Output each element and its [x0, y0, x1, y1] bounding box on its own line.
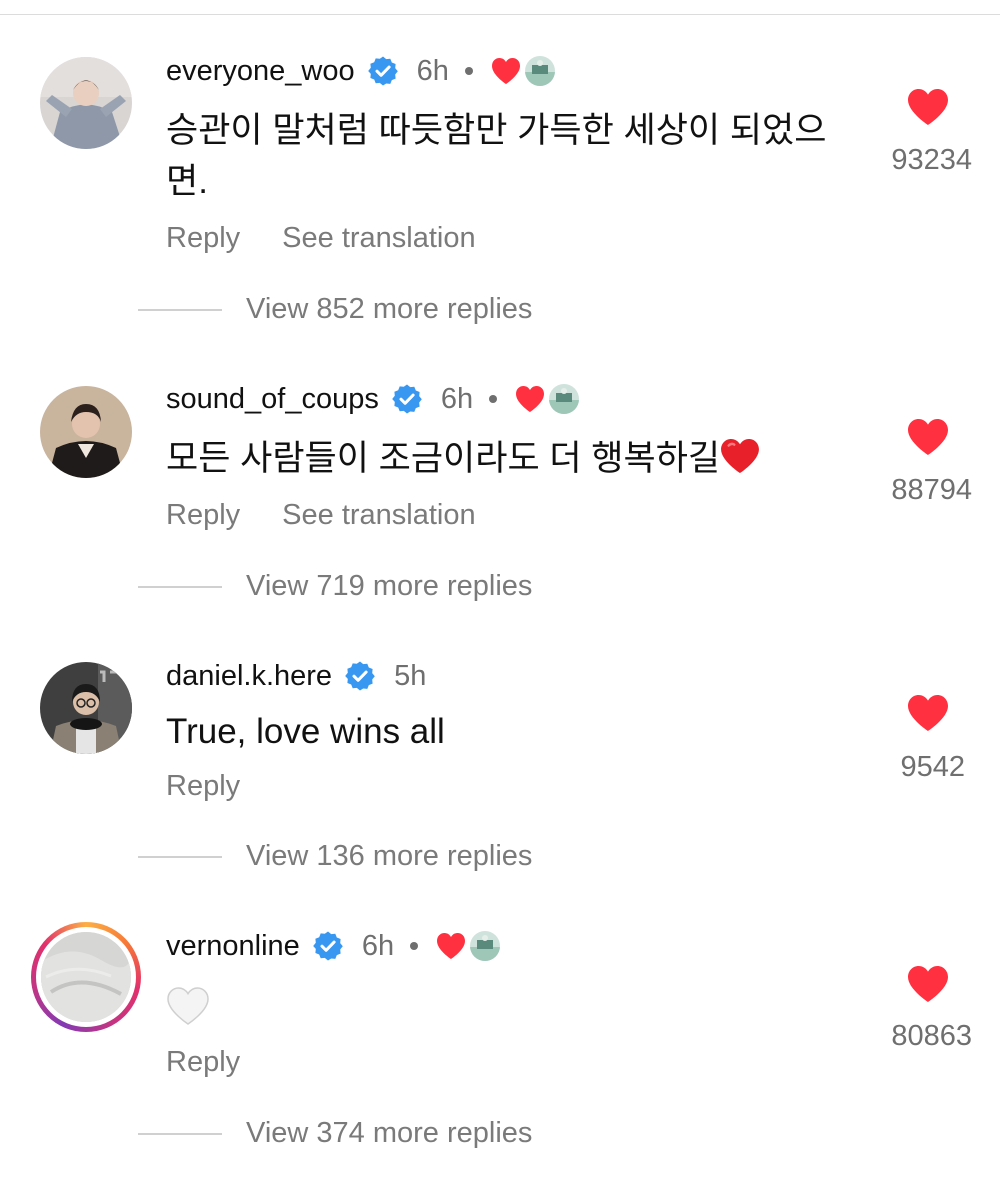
- comment-actions: Reply: [166, 1046, 240, 1079]
- like-count: 88794: [891, 474, 972, 506]
- reply-button[interactable]: Reply: [166, 499, 240, 532]
- comment-text-content: 모든 사람들이 조금이라도 더 행복하길: [166, 439, 721, 478]
- comment-text: 승관이 말처럼 따듯함만 가득한 세상이 되었으면.: [166, 111, 827, 201]
- comment-header: daniel.k.here 5h: [166, 656, 426, 696]
- like-count: 9542: [900, 751, 965, 783]
- verified-badge-icon: [312, 930, 344, 962]
- timestamp: 5h: [394, 659, 427, 692]
- avatar[interactable]: [40, 57, 132, 149]
- avatar-image: [40, 57, 132, 149]
- like-count: 80863: [891, 1020, 972, 1052]
- replies-divider: [138, 308, 222, 311]
- comment-text: True, love wins all: [166, 712, 445, 751]
- separator-dot: [464, 67, 473, 75]
- avatar-with-story-ring[interactable]: [31, 922, 141, 1032]
- creator-liked-heart-icon: [491, 57, 521, 85]
- avatar: [41, 932, 131, 1022]
- see-translation-button[interactable]: See translation: [282, 499, 475, 532]
- reply-button[interactable]: Reply: [166, 222, 240, 255]
- comment-header: sound_of_coups 6h: [166, 379, 580, 419]
- comment-text: [166, 986, 866, 1026]
- comment-header: vernonline 6h: [166, 926, 501, 966]
- comment-actions: Reply See translation: [166, 499, 476, 532]
- avatar-image: [41, 932, 131, 1022]
- heart-icon[interactable]: [907, 88, 949, 126]
- verified-badge-icon: [344, 660, 376, 692]
- creator-liked-heart-icon: [436, 932, 466, 960]
- red-heart-emoji-icon: [721, 438, 760, 474]
- creator-avatar: [524, 56, 555, 86]
- like-count: 93234: [891, 144, 972, 176]
- replies-divider: [138, 855, 222, 858]
- view-replies-label: View 374 more replies: [246, 1117, 533, 1149]
- separator-dot: [410, 942, 419, 950]
- replies-divider: [138, 585, 222, 588]
- username[interactable]: sound_of_coups: [166, 383, 379, 416]
- top-divider: [0, 14, 1000, 15]
- comment-actions: Reply See translation: [166, 222, 476, 255]
- avatar[interactable]: [40, 662, 132, 754]
- comment-actions: Reply: [166, 770, 240, 803]
- view-replies-button[interactable]: View 719 more replies: [138, 570, 532, 603]
- username[interactable]: vernonline: [166, 930, 300, 963]
- view-replies-button[interactable]: View 852 more replies: [138, 293, 532, 326]
- verified-badge-icon: [391, 383, 423, 415]
- timestamp: 6h: [440, 382, 474, 415]
- heart-icon[interactable]: [907, 965, 949, 1003]
- comment-header: everyone_woo 6h: [166, 51, 555, 91]
- heart-icon[interactable]: [907, 694, 949, 732]
- timestamp: 6h: [361, 929, 395, 962]
- verified-badge-icon: [367, 55, 399, 87]
- avatar-image: [40, 662, 132, 754]
- see-translation-button[interactable]: See translation: [282, 222, 475, 255]
- view-replies-label: View 719 more replies: [246, 570, 533, 602]
- heart-icon[interactable]: [907, 418, 949, 456]
- view-replies-label: View 136 more replies: [246, 840, 533, 872]
- reply-button[interactable]: Reply: [166, 770, 240, 803]
- username[interactable]: daniel.k.here: [166, 660, 332, 693]
- creator-liked-heart-icon: [515, 385, 545, 413]
- comment-text: 모든 사람들이 조금이라도 더 행복하길: [166, 433, 866, 484]
- timestamp: 6h: [416, 54, 449, 87]
- separator-dot: [489, 395, 498, 403]
- view-replies-button[interactable]: View 374 more replies: [138, 1117, 532, 1150]
- creator-avatar: [549, 384, 580, 414]
- avatar[interactable]: [40, 386, 132, 478]
- avatar-image: [40, 386, 132, 478]
- view-replies-label: View 852 more replies: [246, 293, 533, 325]
- creator-avatar: [470, 931, 501, 961]
- username[interactable]: everyone_woo: [166, 55, 355, 88]
- reply-button[interactable]: Reply: [166, 1046, 240, 1079]
- white-heart-icon: [167, 987, 209, 1025]
- replies-divider: [138, 1132, 222, 1135]
- view-replies-button[interactable]: View 136 more replies: [138, 840, 532, 873]
